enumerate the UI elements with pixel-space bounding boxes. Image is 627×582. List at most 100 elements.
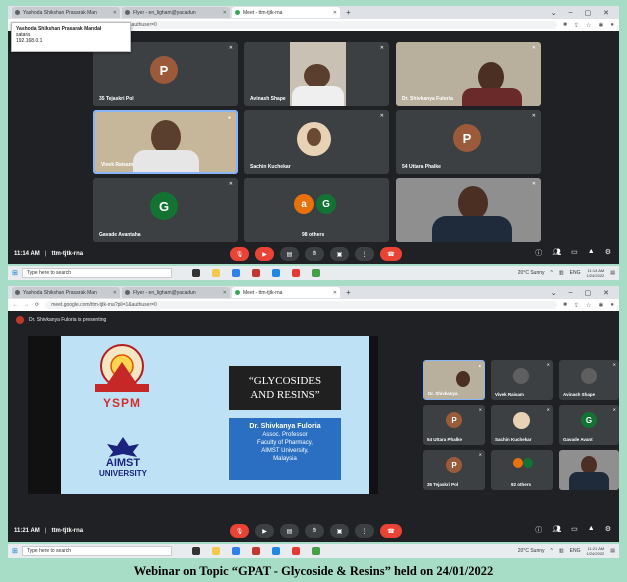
browser-tab[interactable]: Yashoda Shikshan Prasarak Man ✕: [12, 287, 120, 298]
browser-tab-active[interactable]: Meet - ttm-tjtk-rna ✕: [232, 287, 340, 298]
participant-tile[interactable]: ✕ Sachin Kuchekar: [244, 110, 389, 174]
participant-tile[interactable]: P ✕ 54 Uttara Phalke: [396, 110, 541, 174]
close-icon[interactable]: ✕: [223, 290, 227, 296]
others-tile[interactable]: a G 98 others: [244, 178, 389, 242]
network-icon[interactable]: ▥: [559, 270, 564, 276]
chat-icon[interactable]: ▭: [571, 248, 578, 258]
chevron-up-icon[interactable]: ^: [551, 270, 553, 276]
end-call-button[interactable]: ☎: [380, 247, 402, 261]
taskbar-search[interactable]: Type here to search: [21, 546, 172, 556]
clock[interactable]: 11:14 AM 1/24/2022: [586, 268, 604, 278]
camera-toggle-button[interactable]: ▶: [255, 524, 274, 538]
present-button[interactable]: ▣: [330, 247, 349, 261]
profile-icon[interactable]: ●: [610, 22, 614, 29]
participant-tile[interactable]: ✕ Avinash Shape: [244, 42, 389, 106]
browser-tab-active[interactable]: Meet - ttm-tjtk-rna ✕: [232, 7, 340, 18]
edge-icon[interactable]: [271, 269, 280, 277]
close-icon[interactable]: ✕: [113, 290, 117, 296]
participant-thumb[interactable]: ✕ Avinash Shape: [559, 360, 619, 400]
reload-icon[interactable]: ⟳: [35, 302, 39, 308]
participant-thumb[interactable]: P ✕ 35 Tejaskri Pol: [423, 450, 485, 490]
app-icon[interactable]: [251, 547, 260, 555]
raise-hand-button[interactable]: ✋︎: [305, 524, 324, 538]
activities-icon[interactable]: ▲: [588, 248, 595, 258]
app-icon[interactable]: [311, 547, 320, 555]
mic-toggle-button[interactable]: 🎙︎: [230, 524, 249, 538]
profile-icon[interactable]: ●: [610, 302, 614, 309]
notifications-icon[interactable]: ▤: [610, 548, 615, 554]
participant-tile[interactable]: ✕ Dr. Shivkanya Fuloria: [396, 42, 541, 106]
people-icon[interactable]: 👥︎: [552, 525, 561, 535]
close-icon[interactable]: ✕: [333, 290, 337, 296]
participant-thumb[interactable]: ✕ Vivek Raisam: [491, 360, 553, 400]
participant-tile[interactable]: G ✕ Gavade Avantaha: [93, 178, 238, 242]
info-icon[interactable]: ⓘ: [535, 248, 542, 258]
network-icon[interactable]: ▥: [559, 548, 564, 554]
close-icon[interactable]: ✕: [113, 10, 117, 16]
chrome-icon[interactable]: [291, 269, 300, 277]
share-icon[interactable]: ⇪: [574, 302, 579, 309]
task-view-icon[interactable]: [191, 547, 200, 555]
end-call-button[interactable]: ☎: [380, 524, 402, 538]
more-options-button[interactable]: ⋮: [355, 524, 374, 538]
raise-hand-button[interactable]: ✋︎: [305, 247, 324, 261]
minimize-icon[interactable]: –: [569, 289, 573, 297]
participant-tile-speaking[interactable]: ● Vivek Raisam: [93, 110, 238, 174]
maximize-icon[interactable]: ▢: [585, 9, 592, 17]
weather-widget[interactable]: 20°C Sunny: [518, 270, 545, 276]
app-icon[interactable]: [311, 269, 320, 277]
url-field[interactable]: meet.google.com/ttm-tjtk-rna?pli=1&authu…: [45, 301, 558, 309]
info-icon[interactable]: ⓘ: [535, 525, 542, 535]
star-icon[interactable]: ☆: [586, 22, 591, 29]
close-window-icon[interactable]: ✕: [603, 289, 609, 297]
host-controls-icon[interactable]: ⚙: [605, 525, 611, 535]
windows-start-icon[interactable]: ⊞: [12, 269, 18, 277]
activities-icon[interactable]: ▲: [588, 525, 595, 535]
extensions-icon[interactable]: ✱: [598, 302, 603, 309]
store-icon[interactable]: [231, 269, 240, 277]
new-tab-icon[interactable]: +: [346, 288, 351, 297]
language-indicator[interactable]: ENG: [570, 270, 581, 276]
clock[interactable]: 11:21 AM 1/24/2022: [586, 546, 604, 556]
taskbar-search[interactable]: Type here to search: [21, 268, 172, 278]
camera-icon[interactable]: ■: [563, 302, 567, 309]
file-explorer-icon[interactable]: [211, 547, 220, 555]
camera-icon[interactable]: ■: [563, 22, 567, 29]
task-view-icon[interactable]: [191, 269, 200, 277]
host-controls-icon[interactable]: ⚙: [605, 248, 611, 258]
new-tab-icon[interactable]: +: [346, 8, 351, 17]
camera-toggle-button[interactable]: ▶: [255, 247, 274, 261]
weather-widget[interactable]: 20°C Sunny: [518, 548, 545, 554]
app-icon[interactable]: [251, 269, 260, 277]
star-icon[interactable]: ☆: [586, 302, 591, 309]
extensions-icon[interactable]: ✱: [598, 22, 603, 29]
close-window-icon[interactable]: ✕: [603, 9, 609, 17]
maximize-icon[interactable]: ▢: [585, 289, 592, 297]
chrome-icon[interactable]: [291, 547, 300, 555]
chat-icon[interactable]: ▭: [571, 525, 578, 535]
participant-tile[interactable]: ✕: [396, 178, 541, 242]
language-indicator[interactable]: ENG: [570, 548, 581, 554]
notifications-icon[interactable]: ▤: [610, 270, 615, 276]
edge-icon[interactable]: [271, 547, 280, 555]
close-icon[interactable]: ✕: [333, 10, 337, 16]
chevron-up-icon[interactable]: ^: [551, 548, 553, 554]
forward-icon[interactable]: →: [24, 302, 29, 308]
participant-thumb[interactable]: ✕ Sachin Kuchekar: [491, 405, 553, 445]
chevron-down-icon[interactable]: ⌄: [551, 289, 557, 297]
windows-start-icon[interactable]: ⊞: [12, 547, 18, 555]
minimize-icon[interactable]: –: [569, 9, 573, 17]
present-button[interactable]: ▣: [330, 524, 349, 538]
mic-toggle-button[interactable]: 🎙︎: [230, 247, 249, 261]
file-explorer-icon[interactable]: [211, 269, 220, 277]
participant-thumb[interactable]: ● Dr. Shivkanya: [423, 360, 485, 400]
participant-thumb[interactable]: G ✕ Gavade Avant: [559, 405, 619, 445]
back-icon[interactable]: ←: [13, 302, 18, 308]
participant-thumb[interactable]: [559, 450, 619, 490]
browser-tab[interactable]: Flyer - en_ligham@yacadun ✕: [122, 7, 230, 18]
captions-button[interactable]: ▤: [280, 247, 299, 261]
participant-thumb[interactable]: P ✕ 54 Uttara Phalke: [423, 405, 485, 445]
captions-button[interactable]: ▤: [280, 524, 299, 538]
more-options-button[interactable]: ⋮: [355, 247, 374, 261]
share-icon[interactable]: ⇪: [574, 22, 579, 29]
